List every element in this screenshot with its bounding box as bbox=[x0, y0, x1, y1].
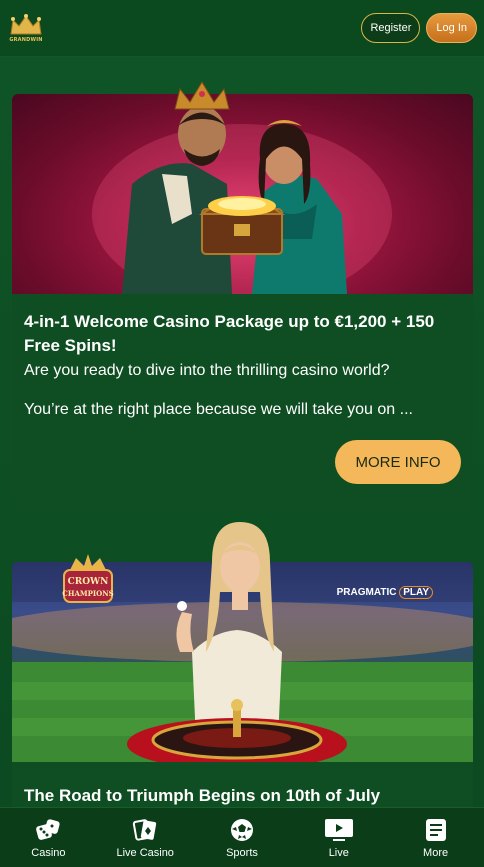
nav-item-casino[interactable]: Casino bbox=[0, 808, 97, 867]
bottom-navigation: Casino Live Casino Sports Live More bbox=[0, 807, 484, 867]
crown-icon bbox=[10, 13, 42, 34]
brand-logo[interactable]: GRANDWIN bbox=[8, 13, 44, 43]
nav-label: More bbox=[423, 846, 449, 859]
soccer-ball-icon bbox=[230, 818, 253, 841]
dice-icon bbox=[36, 818, 61, 840]
nav-label: Sports bbox=[226, 846, 258, 859]
nav-item-live[interactable]: Live bbox=[290, 808, 387, 867]
nav-label: Live bbox=[328, 846, 349, 859]
promo-card[interactable]: 4-in-1 Welcome Casino Package up to €1,2… bbox=[12, 81, 473, 509]
header-actions: Register Log In bbox=[361, 13, 477, 43]
login-button[interactable]: Log In bbox=[426, 13, 477, 43]
promo-banner-image bbox=[12, 81, 473, 294]
nav-item-more[interactable]: More bbox=[387, 808, 484, 867]
royal-couple-treasure-illustration bbox=[92, 81, 392, 294]
promo-card[interactable]: CROWN CHAMPIONS PRAGMATIC PLAY The Road … bbox=[12, 522, 473, 807]
badge-line-crown: CROWN bbox=[68, 577, 109, 587]
nav-item-sports[interactable]: Sports bbox=[194, 808, 291, 867]
nav-label: Live Casino bbox=[116, 846, 174, 859]
menu-list-icon bbox=[425, 818, 446, 841]
promo-description-more: You’re at the right place because we wil… bbox=[24, 401, 413, 418]
badge-line-champions: CHAMPIONS bbox=[62, 589, 113, 598]
promotions-list: 4-in-1 Welcome Casino Package up to €1,2… bbox=[0, 57, 484, 807]
logo-text: GRANDWIN bbox=[9, 36, 43, 43]
register-button[interactable]: Register bbox=[361, 13, 421, 43]
provider-suffix: PLAY bbox=[399, 586, 433, 599]
provider-logo: PRAGMATIC PLAY bbox=[337, 586, 433, 599]
top-header: GRANDWIN Register Log In bbox=[0, 0, 484, 57]
promo-title: 4-in-1 Welcome Casino Package up to €1,2… bbox=[24, 312, 435, 355]
nav-item-live-casino[interactable]: Live Casino bbox=[97, 808, 194, 867]
live-tv-icon bbox=[324, 818, 353, 841]
promo-banner-image: CROWN CHAMPIONS PRAGMATIC PLAY bbox=[12, 522, 473, 762]
nav-label: Casino bbox=[31, 846, 66, 859]
promo-description: Are you ready to dive into the thrilling… bbox=[24, 362, 390, 379]
roulette-dealer-illustration: CROWN CHAMPIONS bbox=[12, 522, 473, 762]
promo-title: The Road to Triumph Begins on 10th of Ju… bbox=[24, 786, 381, 805]
provider-name: PRAGMATIC bbox=[336, 587, 397, 598]
more-info-button[interactable]: MORE INFO bbox=[335, 440, 461, 484]
cards-icon bbox=[133, 818, 157, 841]
